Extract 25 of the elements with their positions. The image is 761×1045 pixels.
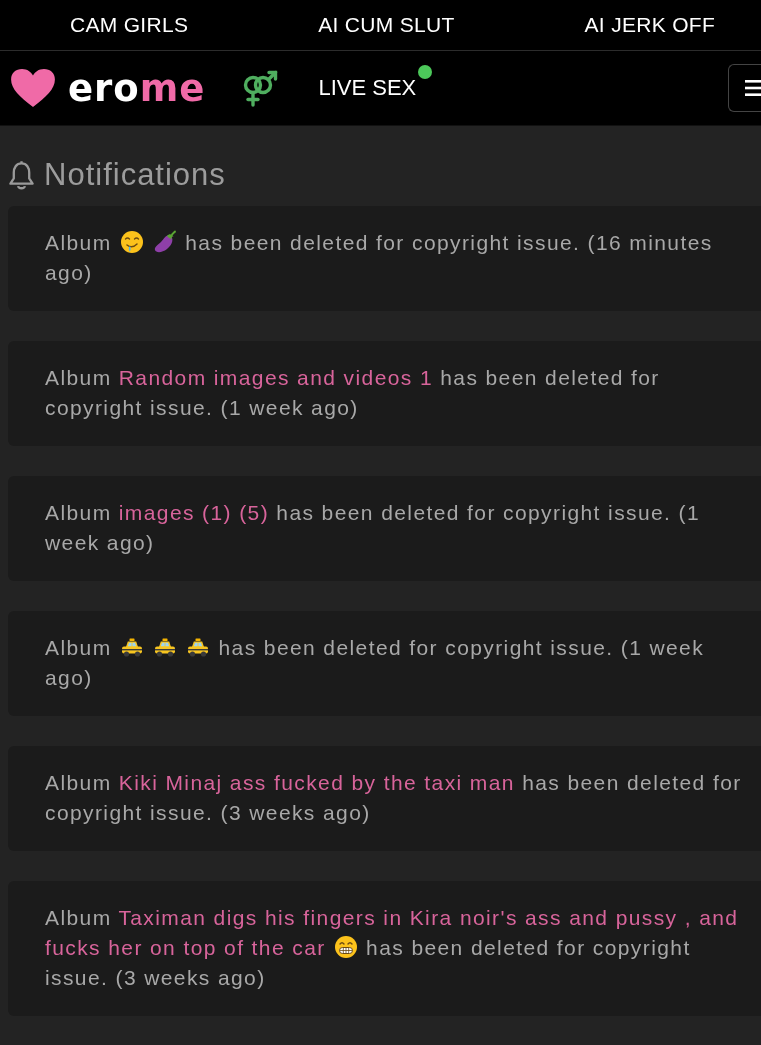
logo-text[interactable]: erome [68,69,206,107]
album-link[interactable]: Kiki Minaj ass fucked by the taxi man [118,771,515,794]
notification-text: Album images (1) (5) has been deleted for copyright issue. (1 week ago) [45,500,702,556]
eggplant-icon[interactable] [153,230,178,254]
album-link[interactable]: Taximan digs his fingers in Kira noir's ass and pussy , and [118,906,739,929]
heart-logo-icon[interactable] [10,68,56,108]
menu-icon [745,78,761,98]
album-link[interactable]: images (1) (5) [118,501,270,524]
page-title: Notifications [44,156,226,194]
top-nav-link[interactable]: AI JERK OFF [584,13,716,37]
notification-text: Album has been deleted for copyright issue. (1 week ago) [45,634,706,691]
grinning-face-icon[interactable] [333,935,358,959]
menu-button[interactable] [728,64,761,112]
album-link[interactable]: fucks her on top of the car [45,936,326,959]
notification-text: Album Taximan digs his fingers in Kira noir's ass and pussy , and fucks her on top of the car has been deleted for copyright issue. (3 weeks ago) [45,905,740,991]
drooling-face-icon[interactable] [119,230,144,254]
top-nav-link[interactable]: AI CUM SLUT [318,13,455,37]
notification-text: Album Random images and videos 1 has been deleted for copyright issue. (1 week ago) [45,365,661,421]
live-sex-link[interactable]: LIVE SEX [318,75,417,100]
notification-text: Album has been deleted for copyright issue. (16 minutes ago) [45,229,714,286]
top-nav-link[interactable]: CAM GIRLS [70,13,189,37]
gender-symbols-icon[interactable] [241,69,279,107]
notification-text: Album Kiki Minaj ass fucked by the taxi man has been deleted for copyright issue. (3 weeks ago) [45,770,743,826]
bell-icon [8,159,35,191]
album-link[interactable]: Random images and videos 1 [118,366,433,389]
